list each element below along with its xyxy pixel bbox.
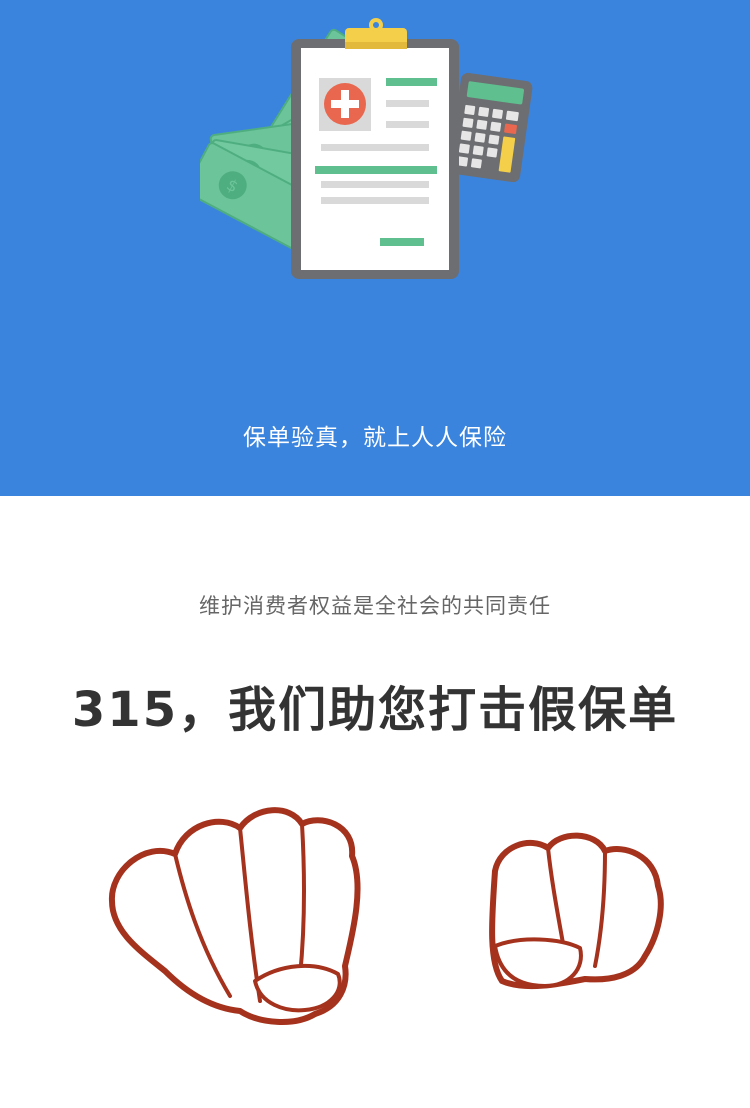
insurance-policy-illustration: $ $ $	[200, 18, 533, 279]
clipboard-icon	[291, 18, 459, 279]
hero-slogan: 保单验真，就上人人保险	[243, 425, 507, 451]
calculator-icon	[448, 72, 533, 183]
left-fist-icon	[108, 807, 361, 1025]
campaign-section: 维护消费者权益是全社会的共同责任 315，我们助您打击假保单	[0, 496, 750, 1108]
right-fist-icon	[489, 832, 664, 990]
fists-illustration	[108, 807, 664, 1025]
campaign-headline: 315，我们助您打击假保单	[71, 682, 679, 738]
campaign-subtitle: 维护消费者权益是全社会的共同责任	[199, 594, 551, 618]
hero-banner: $ $ $	[0, 0, 750, 496]
